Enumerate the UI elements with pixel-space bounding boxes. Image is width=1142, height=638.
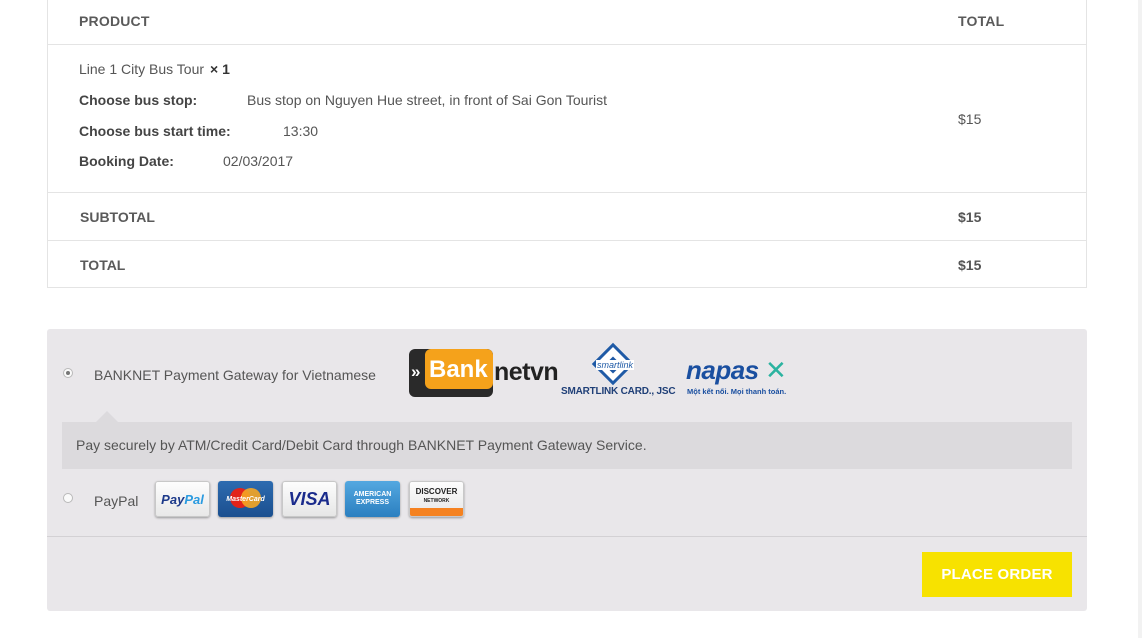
product-name: Line 1 City Bus Tour × 1 xyxy=(79,61,230,77)
scrollbar-track[interactable] xyxy=(1138,0,1142,638)
discover-card-icon: DISCOVER NETWORK xyxy=(409,481,464,517)
banknet-logo-tail: netvn xyxy=(494,358,559,386)
paypal-card-icon: PayPal xyxy=(155,481,210,517)
smartlink-logo-word: smartlink xyxy=(596,360,635,370)
table-header-row: PRODUCT TOTAL xyxy=(48,0,1086,45)
product-title: Line 1 City Bus Tour xyxy=(79,61,205,77)
mastercard-logo-text: MasterCard xyxy=(226,495,265,503)
subtotal-value: $15 xyxy=(958,209,982,225)
double-chevron-icon: » xyxy=(411,362,421,381)
mastercard-card-icon: MasterCard xyxy=(218,481,273,517)
paypal-logo-a: Pay xyxy=(161,491,185,507)
order-review-table: PRODUCT TOTAL Line 1 City Bus Tour × 1 Ch… xyxy=(47,0,1087,288)
amex-card-icon: AMERICAN EXPRESS xyxy=(345,481,400,517)
smartlink-caption: SMARTLINK CARD., JSC xyxy=(561,386,676,397)
banknet-description-box: Pay securely by ATM/Credit Card/Debit Ca… xyxy=(62,411,1072,469)
banknet-radio[interactable] xyxy=(63,368,73,378)
visa-logo-text: VISA xyxy=(288,488,331,509)
subtotal-row: SUBTOTAL $15 xyxy=(48,193,1086,241)
paypal-logo-b: Pal xyxy=(184,491,204,507)
banknet-label[interactable]: BANKNET Payment Gateway for Vietnamese xyxy=(94,367,376,383)
booking-date-value: 02/03/2017 xyxy=(223,153,294,169)
subtotal-label: SUBTOTAL xyxy=(80,209,155,225)
napas-x-icon: ✕ xyxy=(765,355,787,385)
total-label: TOTAL xyxy=(80,257,126,273)
bus-stop-meta: Choose bus stop: Bus stop on Nguyen Hue … xyxy=(79,92,607,108)
paypal-radio[interactable] xyxy=(63,493,73,503)
product-column-header: PRODUCT xyxy=(79,13,150,29)
discover-logo-sub: NETWORK xyxy=(423,497,450,504)
panel-divider xyxy=(47,536,1087,537)
bus-stop-value: Bus stop on Nguyen Hue street, in front … xyxy=(247,92,608,108)
start-time-meta: Choose bus start time: 13:30 xyxy=(79,123,318,139)
booking-date-label: Booking Date: xyxy=(79,153,174,169)
discover-logo-text: DISCOVER xyxy=(415,486,458,496)
booking-date-meta: Booking Date: 02/03/2017 xyxy=(79,153,293,169)
start-time-value: 13:30 xyxy=(283,123,319,139)
item-price: $15 xyxy=(958,111,982,127)
banknet-logo-text: Bank xyxy=(429,356,488,383)
total-value: $15 xyxy=(958,257,982,273)
visa-card-icon: VISA xyxy=(282,481,337,517)
napas-logo: napas xyxy=(686,355,759,385)
table-row: Line 1 City Bus Tour × 1 Choose bus stop:… xyxy=(48,45,1086,193)
product-quantity: × 1 xyxy=(210,61,230,77)
total-row: TOTAL $15 xyxy=(48,241,1086,287)
napas-tagline: Một kết nối. Mọi thanh toán. xyxy=(687,387,787,396)
bus-stop-label: Choose bus stop: xyxy=(79,92,198,108)
amex-logo-text: AMERICAN EXPRESS xyxy=(353,491,392,506)
banknet-description: Pay securely by ATM/Credit Card/Debit Ca… xyxy=(76,437,647,453)
paypal-label[interactable]: PayPal xyxy=(94,493,138,509)
banknet-logo: » Bank xyxy=(409,349,493,397)
payment-methods-panel: BANKNET Payment Gateway for Vietnamese »… xyxy=(47,329,1087,611)
start-time-label: Choose bus start time: xyxy=(79,123,231,139)
place-order-button[interactable]: PLACE ORDER xyxy=(922,552,1072,597)
total-column-header: TOTAL xyxy=(958,13,1005,29)
